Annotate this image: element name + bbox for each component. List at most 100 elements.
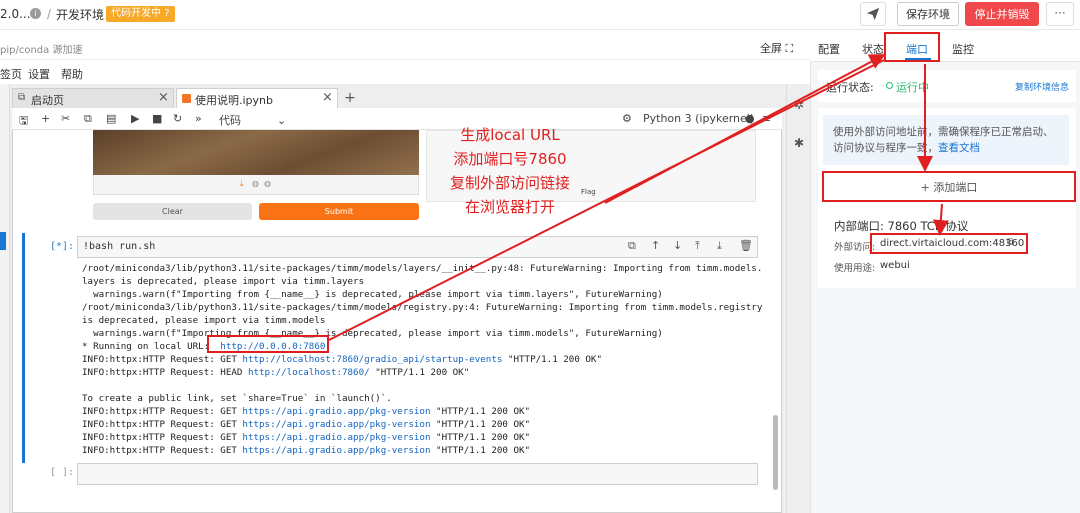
output-link[interactable]: https://api.gradio.app/pkg-version	[242, 445, 430, 456]
duplicate-cell-icon[interactable]: ⧉	[628, 239, 636, 253]
move-up-icon[interactable]: ↑	[651, 239, 660, 252]
output-text: INFO:httpx:HTTP Request: GET	[82, 354, 243, 365]
output-line: INFO:httpx:HTTP Request: HEAD http://loc…	[82, 366, 772, 379]
settings-gear-icon[interactable]: ✲	[794, 98, 804, 112]
output-line: /root/miniconda3/lib/python3.11/site-pac…	[82, 302, 763, 313]
restart-icon[interactable]: ↻	[173, 112, 182, 125]
debugger-icon[interactable]: ✱	[794, 136, 804, 150]
breadcrumb-separator: /	[47, 7, 52, 21]
info-icon[interactable]: i	[30, 8, 41, 19]
status-label: 运行状态:	[826, 81, 874, 94]
output-line: * Running on local URL: http://0.0.0.0:7…	[82, 340, 772, 353]
tab-launcher[interactable]: ⧉ 启动页 ×	[12, 88, 174, 108]
sub-bar	[0, 30, 810, 60]
fullscreen-button[interactable]: 全屏 ⛶	[760, 40, 793, 56]
code-command: !bash run.sh	[83, 241, 156, 252]
left-sidebar-strip	[0, 84, 10, 513]
move-down-icon[interactable]: ↓	[673, 239, 682, 252]
output-text: INFO:httpx:HTTP Request: HEAD	[82, 367, 248, 378]
clear-image-icon[interactable]: ◍	[264, 179, 271, 188]
output-link[interactable]: https://api.gradio.app/pkg-version	[242, 419, 430, 430]
menu-icon[interactable]: ≡	[762, 112, 771, 125]
output-text: INFO:httpx:HTTP Request: GET	[82, 406, 243, 417]
menu-tabs[interactable]: 签页	[0, 66, 22, 82]
chevron-down-icon: ⌄	[277, 114, 287, 127]
save-env-button[interactable]: 保存环境	[897, 2, 959, 26]
version-text: 2.0...	[0, 7, 31, 21]
output-line: INFO:httpx:HTTP Request: GET https://api…	[82, 444, 772, 457]
add-cell-icon[interactable]: +	[41, 112, 50, 125]
fast-forward-icon[interactable]: »	[195, 112, 202, 125]
badge-text: 代码开发中	[111, 8, 161, 19]
menu-settings[interactable]: 设置	[28, 66, 50, 82]
annotation-line: 复制外部访问链接	[449, 174, 570, 192]
download-icon[interactable]: ⤓	[240, 179, 244, 189]
status-badge: 代码开发中 ?	[106, 6, 175, 22]
submit-button[interactable]: Submit	[259, 203, 419, 220]
highlight-local-url	[207, 335, 329, 353]
kernel-name[interactable]: Python 3 (ipykernel)	[643, 112, 754, 125]
tab-monitor[interactable]: 监控	[952, 41, 974, 57]
insert-above-icon[interactable]: ⤒	[695, 239, 700, 253]
paste-icon[interactable]: ▤	[106, 112, 116, 125]
pip-mirror-link[interactable]: pip/conda 源加速	[0, 41, 82, 56]
output-text: "HTTP/1.1 200 OK"	[430, 445, 531, 456]
env-name: 开发环境	[56, 8, 105, 22]
tab-notebook[interactable]: 使用说明.ipynb ×	[176, 88, 338, 108]
output-text: "HTTP/1.1 200 OK"	[369, 367, 470, 378]
output-line: INFO:httpx:HTTP Request: GET http://loca…	[82, 353, 772, 366]
output-blank	[82, 379, 772, 392]
menu-help[interactable]: 帮助	[61, 66, 83, 82]
view-docs-link[interactable]: 查看文档	[938, 142, 980, 154]
send-button[interactable]	[860, 2, 886, 26]
tab-config[interactable]: 配置	[818, 41, 840, 57]
output-line: To create a public link, set `share=True…	[82, 393, 392, 404]
close-icon[interactable]: ×	[322, 90, 333, 105]
insert-below-icon[interactable]: ⤓	[717, 239, 722, 253]
output-line: is deprecated, please import via timm.mo…	[82, 315, 326, 326]
stop-destroy-button[interactable]: 停止并销毁	[965, 2, 1039, 26]
code-text: !bash run.sh	[83, 241, 155, 252]
copy-icon[interactable]: ⧉	[84, 112, 92, 126]
usage-value: webui	[880, 260, 910, 271]
output-text: INFO:httpx:HTTP Request: GET	[82, 419, 243, 430]
output-link[interactable]: https://api.gradio.app/pkg-version	[242, 432, 430, 443]
internal-port: 内部端口: 7860 TCP 协议	[834, 219, 969, 233]
cell-type-select[interactable]: 代码 ⌄	[219, 112, 286, 128]
tab-notebook-label: 使用说明.ipynb	[195, 94, 273, 107]
output-link[interactable]: https://api.gradio.app/pkg-version	[242, 406, 430, 417]
stop-icon[interactable]: ■	[152, 112, 162, 125]
clear-button[interactable]: Clear	[93, 203, 252, 220]
scrollbar-thumb[interactable]	[773, 415, 778, 490]
output-line: /root/miniconda3/lib/python3.11/site-pac…	[82, 263, 763, 274]
cell-output: /root/miniconda3/lib/python3.11/site-pac…	[82, 262, 772, 457]
notebook-icon	[182, 94, 191, 103]
help-icon[interactable]: ?	[164, 8, 169, 19]
kernel-gear-icon[interactable]: ⚙	[622, 112, 632, 125]
send-icon	[866, 7, 880, 21]
output-link[interactable]: http://localhost:7860/gradio_api/startup…	[242, 354, 502, 365]
tip-text: 使用外部访问地址前，需确保程序已正常启动、访问协议与程序一致，查看文档	[833, 124, 1063, 156]
delete-cell-icon[interactable]: 🗑	[739, 239, 753, 252]
cut-icon[interactable]: ✂	[61, 112, 70, 125]
output-line: INFO:httpx:HTTP Request: GET https://api…	[82, 405, 772, 418]
new-tab-button[interactable]: +	[342, 89, 358, 107]
empty-code-cell[interactable]	[77, 463, 758, 485]
save-icon[interactable]: 🖫	[19, 112, 28, 131]
run-icon[interactable]: ▶	[131, 112, 139, 125]
tab-launcher-label: 启动页	[31, 94, 64, 107]
active-cell-indicator	[22, 233, 25, 463]
highlight-add-port	[822, 171, 1076, 202]
tab-status[interactable]: 状态	[862, 41, 884, 57]
copy-env-info-link[interactable]: 复制环境信息	[1015, 80, 1069, 93]
share-icon[interactable]: ◍	[252, 179, 259, 188]
launcher-icon: ⧉	[18, 92, 26, 103]
output-link[interactable]: http://localhost:7860/	[248, 367, 370, 378]
right-sidebar-strip: ✲ ✱	[786, 84, 810, 513]
jupyter-menubar	[0, 60, 810, 84]
fullscreen-label: 全屏	[760, 42, 782, 55]
highlight-external-url	[870, 233, 1028, 254]
right-panel-tabs	[810, 30, 1080, 62]
more-button[interactable]: ···	[1046, 2, 1074, 26]
close-icon[interactable]: ×	[158, 90, 169, 105]
